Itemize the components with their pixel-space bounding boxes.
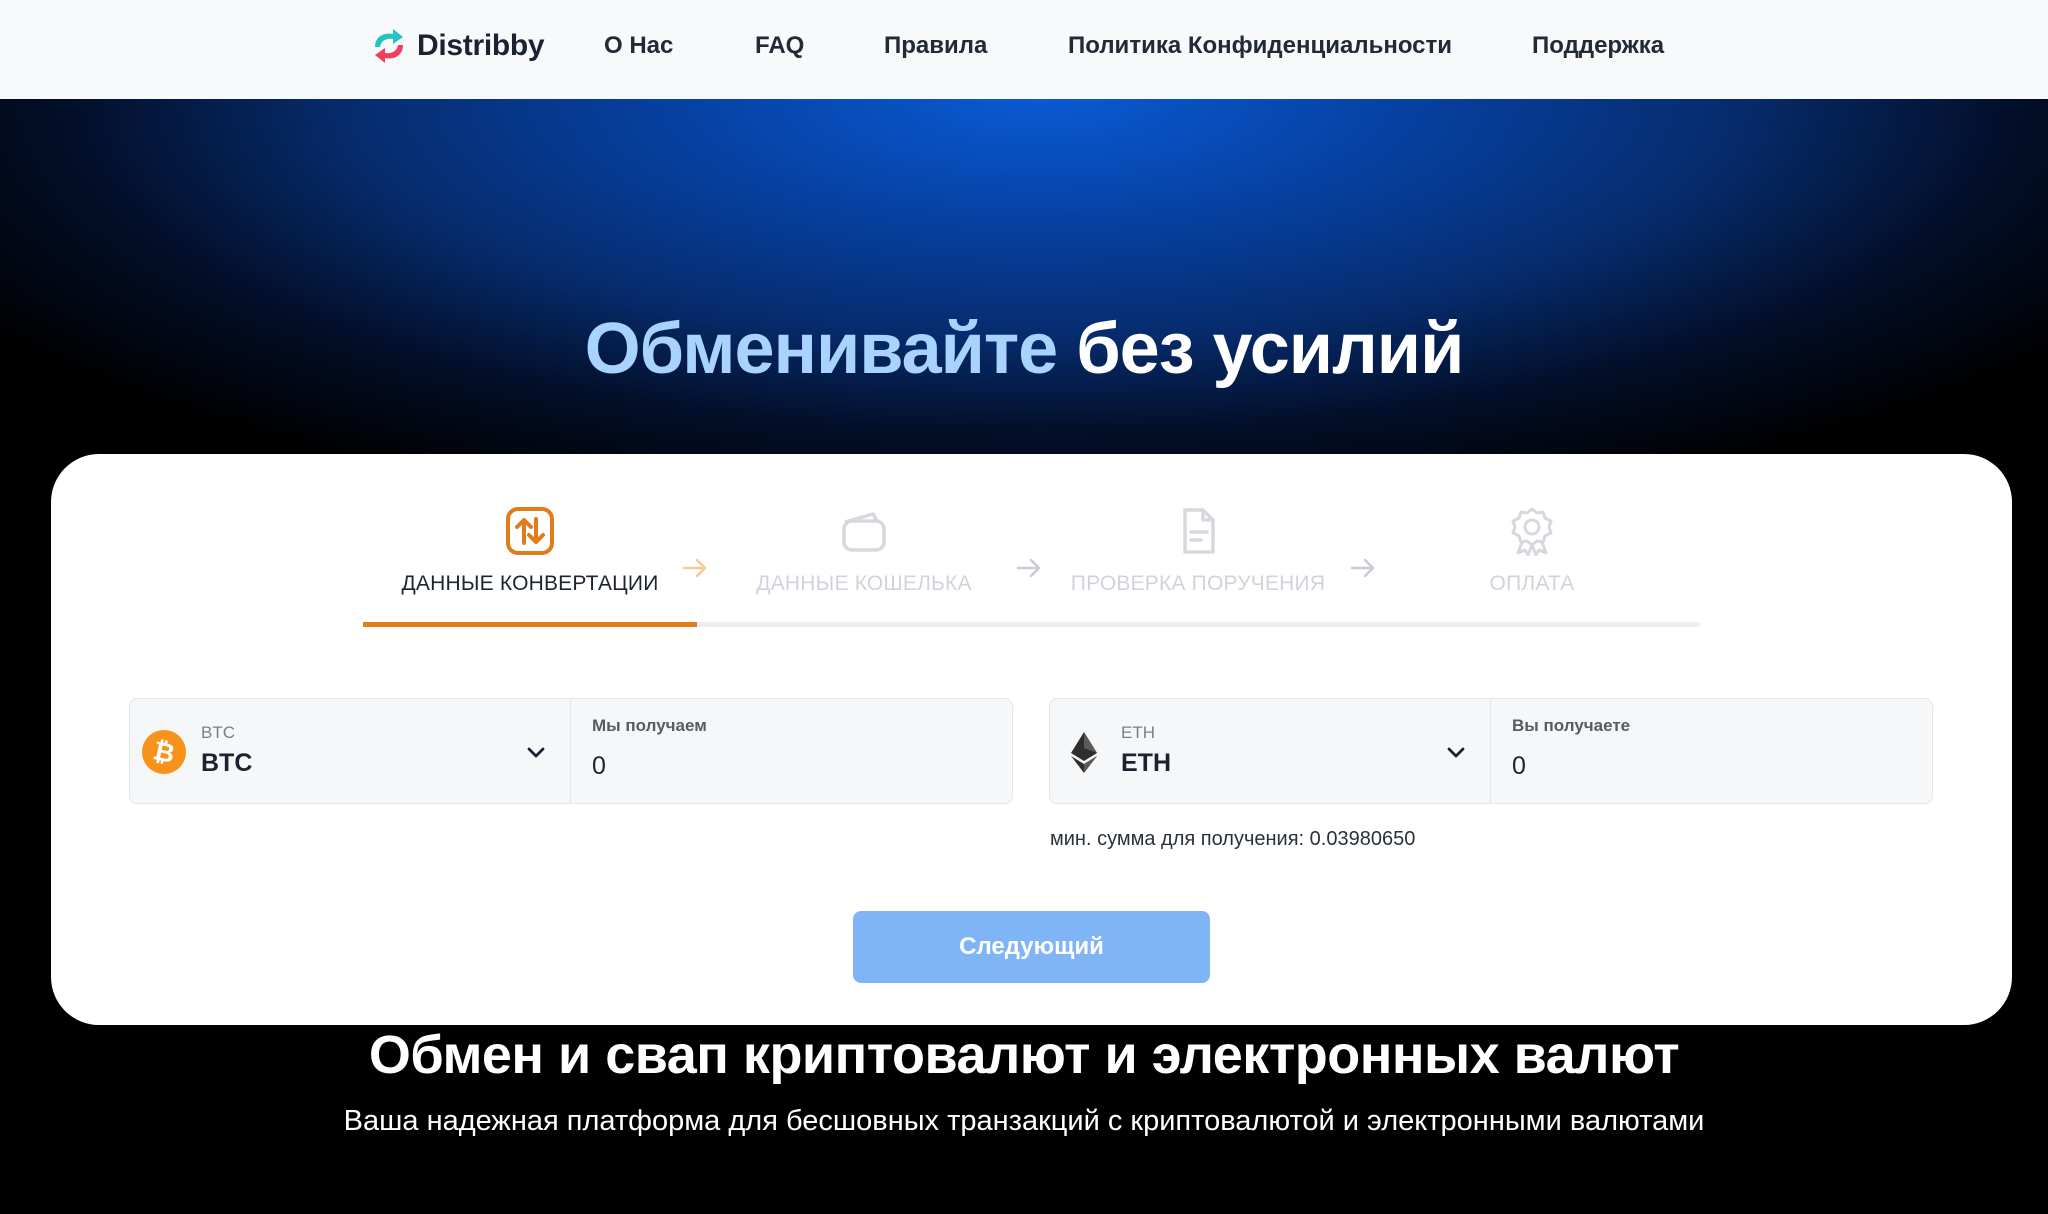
- top-navbar: Distribby О Нас FAQ Правила Политика Кон…: [0, 0, 2048, 99]
- send-currency-select[interactable]: ₿ BTC BTC: [130, 699, 571, 803]
- send-amount-input[interactable]: [592, 749, 992, 783]
- step-label: ДАННЫЕ КОНВЕРТАЦИИ: [401, 572, 659, 595]
- section-subtitle: Ваша надежная платформа для бесшовных тр…: [343, 1105, 1705, 1137]
- step-wallet-data[interactable]: ДАННЫЕ КОШЕЛЬКА: [697, 506, 1031, 616]
- send-amount-label: Мы получаем: [592, 716, 707, 735]
- wallet-icon: [842, 512, 886, 552]
- chevron-down-icon: [527, 747, 545, 758]
- hero-title: Обменивайте без усилий: [0, 306, 2048, 392]
- send-currency-code: BTC: [201, 723, 235, 742]
- send-currency-box: ₿ BTC BTC Мы получаем: [129, 698, 1013, 804]
- step-progress-fill: [363, 622, 697, 627]
- step-label: ДАННЫЕ КОШЕЛЬКА: [756, 572, 972, 595]
- exchange-arrows-icon: [375, 29, 403, 63]
- document-icon: [1183, 508, 1215, 554]
- hero-title-rest: без усилий: [1076, 309, 1464, 389]
- receive-currency-box: ETH ETH Вы получаете: [1049, 698, 1933, 804]
- step-progress-track: [363, 622, 1700, 627]
- send-currency-name: BTC: [201, 749, 253, 777]
- nav-faq[interactable]: FAQ: [755, 28, 804, 64]
- nav-rules[interactable]: Правила: [884, 28, 987, 64]
- ethereum-icon: [1071, 732, 1097, 773]
- brand-name: Distribby: [417, 29, 545, 62]
- receive-currency-code: ETH: [1121, 723, 1155, 742]
- step-conversion-data[interactable]: ДАННЫЕ КОНВЕРТАЦИИ: [363, 506, 697, 616]
- bitcoin-icon: ₿: [142, 730, 186, 774]
- step-order-check[interactable]: ПРОВЕРКА ПОРУЧЕНИЯ: [1031, 506, 1365, 616]
- hero-section: Обменивайте без усилий ДАННЫЕ КОНВЕРТАЦИ…: [0, 99, 2048, 1214]
- swap-icon: [506, 507, 554, 555]
- step-label: ПРОВЕРКА ПОРУЧЕНИЯ: [1070, 572, 1326, 595]
- receive-amount-field: Вы получаете: [1492, 699, 1932, 803]
- nav-privacy-policy[interactable]: Политика Конфиденциальности: [1068, 28, 1452, 64]
- chevron-down-icon: [1447, 747, 1465, 758]
- send-amount-field: Мы получаем: [572, 699, 1012, 803]
- receive-currency-name: ETH: [1121, 749, 1171, 777]
- receive-currency-select[interactable]: ETH ETH: [1050, 699, 1491, 803]
- min-receive-amount: мин. сумма для получения: 0.03980650: [1050, 828, 1416, 850]
- hero-title-highlight: Обменивайте: [584, 309, 1059, 389]
- receive-amount-input[interactable]: [1512, 749, 1912, 783]
- step-payment[interactable]: ОПЛАТА: [1365, 506, 1699, 616]
- next-button[interactable]: Следующий: [853, 911, 1210, 983]
- nav-support[interactable]: Поддержка: [1532, 28, 1664, 64]
- exchange-card: ДАННЫЕ КОНВЕРТАЦИИ ДАННЫЕ КОШЕЛЬКА ПРОВЕ…: [51, 454, 2012, 1025]
- badge-icon: [1511, 507, 1553, 556]
- step-label: ОПЛАТА: [1489, 572, 1575, 595]
- receive-amount-label: Вы получаете: [1512, 716, 1631, 735]
- brand-logo[interactable]: Distribby: [369, 24, 545, 68]
- section-title: Обмен и свап криптовалют и электронных в…: [368, 1025, 1680, 1085]
- nav-about[interactable]: О Нас: [604, 28, 673, 64]
